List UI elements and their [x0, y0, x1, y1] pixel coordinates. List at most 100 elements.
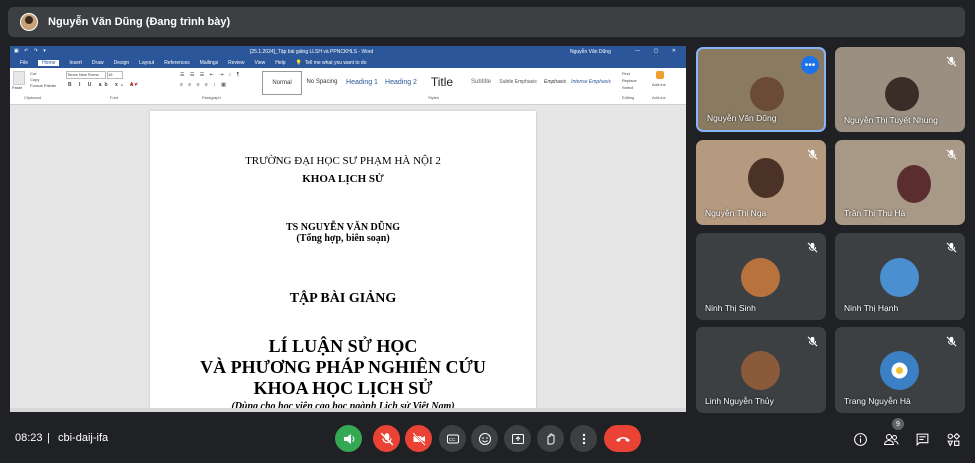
menu-home[interactable]: Home [38, 60, 60, 66]
group-add-ins: Add-ins [652, 95, 666, 100]
menu-insert[interactable]: Insert [69, 60, 82, 66]
separator: | [47, 432, 50, 444]
shared-screen: ▣ ↶ ↷ ▾ [25.1.2024]_Tập bài giảng LLSH v… [10, 46, 686, 412]
doc-title-line-1: LÍ LUẬN SỬ HỌC [268, 336, 418, 356]
closed-captions-icon: CC [446, 434, 459, 443]
hang-up-icon [615, 436, 630, 442]
format-painter-button[interactable]: Format Painter [30, 83, 56, 88]
participant-tile[interactable]: Nguyễn Thị Nga [696, 140, 826, 225]
style-subtle-emphasis[interactable]: Subtle Emphasis [496, 71, 540, 93]
menu-view[interactable]: View [255, 60, 266, 66]
add-ins-button[interactable]: Add-ins [652, 82, 666, 87]
list-buttons[interactable]: ☰ ☰ ☰ ⇤ ⇥ ↕ ¶ [180, 72, 241, 78]
participant-tile[interactable]: Trang Nguyễn Hà [835, 327, 965, 413]
participant-video [885, 77, 919, 111]
font-size-box[interactable]: 16 [107, 71, 123, 79]
mic-toggle-button[interactable] [373, 425, 400, 452]
find-button[interactable]: Find [622, 71, 630, 76]
doc-university: TRƯỜNG ĐẠI HỌC SƯ PHẠM HÀ NỘI 2 [245, 155, 441, 167]
paste-icon[interactable] [13, 71, 25, 85]
style-heading-1[interactable]: Heading 1 [343, 71, 381, 93]
emoji-icon [478, 432, 491, 445]
style-heading-2[interactable]: Heading 2 [382, 71, 420, 93]
raise-hand-button[interactable] [537, 425, 564, 452]
copy-button[interactable]: Copy [30, 77, 39, 82]
doc-type: TẬP BÀI GIẢNG [289, 291, 397, 306]
font-color-icon[interactable]: A ▾ [130, 82, 137, 88]
participant-tile[interactable]: Ninh Thị Hạnh [835, 233, 965, 320]
group-clipboard: Clipboard [24, 95, 42, 100]
camera-toggle-button[interactable] [405, 425, 432, 452]
participant-video [750, 77, 784, 111]
reactions-button[interactable] [471, 425, 498, 452]
participant-tile[interactable]: ••• Nguyễn Văn Dũng [696, 47, 826, 132]
lightbulb-icon: 💡 [295, 60, 302, 66]
end-call-button[interactable] [604, 425, 641, 452]
present-icon [511, 433, 524, 444]
more-options-button[interactable] [570, 425, 597, 452]
menu-file[interactable]: File [20, 60, 28, 66]
participant-name: Trần Thị Thu Hà [844, 208, 906, 218]
replace-button[interactable]: Replace [622, 78, 637, 83]
word-status-bar [10, 408, 686, 412]
paste-button[interactable]: Paste [12, 85, 22, 90]
menu-mailings[interactable]: Mailings [200, 60, 218, 66]
participant-tile[interactable]: Nguyễn Thị Tuyết Nhung [835, 47, 965, 132]
style-normal[interactable]: Normal [262, 71, 302, 95]
people-count-badge: 9 [892, 418, 904, 430]
word-ribbon: Paste Cut Copy Format Painter Clipboard … [10, 68, 686, 105]
quick-access-icons[interactable]: ▣ ↶ ↷ ▾ [14, 48, 48, 54]
more-vert-icon [582, 433, 585, 444]
participant-tile[interactable]: Linh Nguyễn Thủy [696, 327, 826, 413]
meeting-details-button[interactable] [851, 430, 869, 448]
style-no-spacing[interactable]: No Spacing [303, 71, 341, 93]
activities-button[interactable] [944, 430, 962, 448]
participant-name: Ninh Thị Sinh [705, 303, 756, 313]
menu-design[interactable]: Design [114, 60, 130, 66]
menu-review[interactable]: Review [228, 60, 244, 66]
participant-tile[interactable]: Ninh Thị Sinh [696, 233, 826, 320]
font-size-value: 16 [108, 72, 113, 77]
presenter-avatar [20, 13, 38, 31]
people-icon [883, 433, 899, 445]
captions-audio-button[interactable] [335, 425, 362, 452]
speaker-icon [343, 433, 354, 444]
mic-off-icon [944, 54, 958, 68]
group-paragraph: Paragraph [202, 95, 221, 100]
present-screen-button[interactable] [504, 425, 531, 452]
font-name-box[interactable]: Times New Roma [66, 71, 106, 79]
add-ins-icon[interactable] [656, 71, 664, 79]
doc-author: TS NGUYỄN VĂN DŨNG [286, 222, 400, 233]
people-button[interactable] [882, 430, 900, 448]
style-title[interactable]: Title [421, 71, 463, 93]
style-subtitle[interactable]: Subtitle [465, 71, 497, 93]
participant-name: Trang Nguyễn Hà [844, 396, 911, 406]
participant-video [748, 158, 784, 198]
style-emphasis[interactable]: Emphasis [538, 71, 572, 93]
tell-me-search[interactable]: Tell me what you want to do [305, 60, 367, 66]
chat-icon [916, 433, 928, 446]
participant-tile[interactable]: Trần Thị Thu Hà [835, 140, 965, 225]
group-styles: Styles [428, 95, 439, 100]
select-button[interactable]: Select [622, 85, 633, 90]
doc-title-line-3: KHOA HỌC LỊCH SỬ [253, 378, 433, 398]
presenter-bar: Nguyễn Văn Dũng (Đang trình bày) [8, 7, 965, 37]
menu-references[interactable]: References [164, 60, 190, 66]
menu-draw[interactable]: Draw [92, 60, 104, 66]
chat-button[interactable] [913, 430, 931, 448]
doc-title-line-2: VÀ PHƯƠNG PHÁP NGHIÊN CỨU [200, 357, 486, 377]
style-intense-emphasis[interactable]: Intense Emphasis [571, 71, 611, 93]
more-options-icon[interactable]: ••• [801, 56, 819, 74]
mic-off-icon [944, 147, 958, 161]
menu-help[interactable]: Help [275, 60, 285, 66]
mic-off-icon [805, 147, 819, 161]
window-controls[interactable]: — ▢ ✕ [635, 48, 682, 54]
document-page[interactable]: TRƯỜNG ĐẠI HỌC SƯ PHẠM HÀ NỘI 2 KHOA LỊC… [150, 111, 536, 412]
participant-name: Linh Nguyễn Thủy [705, 396, 774, 406]
align-buttons[interactable]: ≡ ≡ ≡ ≡ ↕ ▦ [180, 82, 228, 88]
participant-avatar [741, 351, 780, 390]
cut-button[interactable]: Cut [30, 71, 36, 76]
captions-button[interactable]: CC [439, 425, 466, 452]
menu-layout[interactable]: Layout [139, 60, 154, 66]
mic-off-icon [380, 432, 393, 445]
